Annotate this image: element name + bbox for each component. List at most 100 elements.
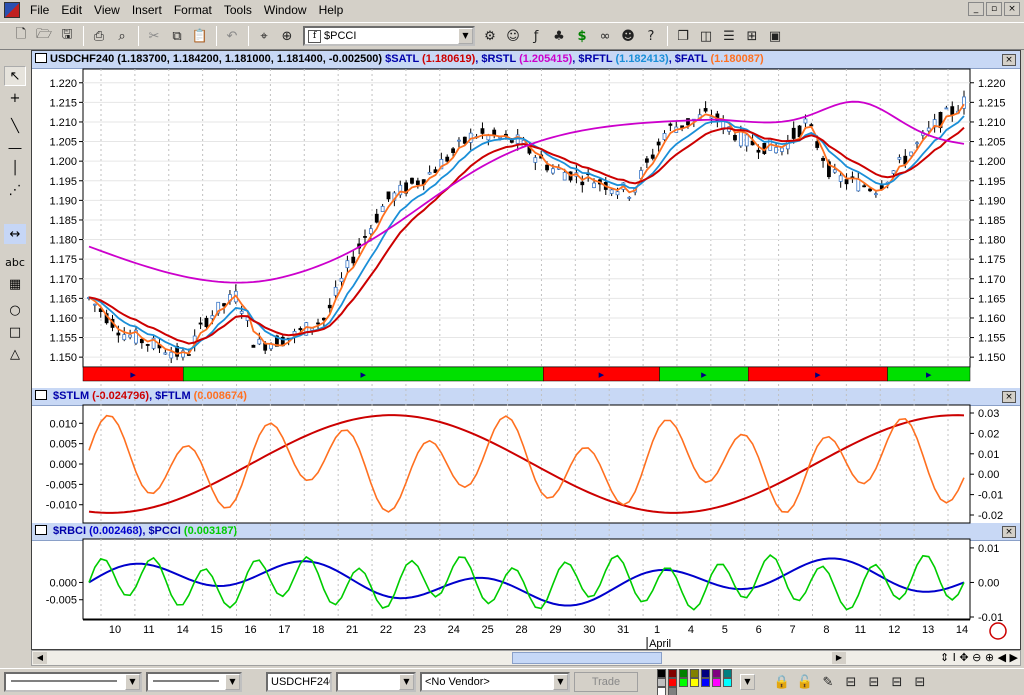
symbol-combo[interactable]: f $PCCI ▼ — [303, 26, 475, 46]
cut-icon[interactable]: ✂ — [143, 25, 165, 47]
fibonacci-tool-icon[interactable]: ⋰ — [4, 180, 26, 200]
crosshair-tool-icon[interactable]: + — [4, 88, 26, 108]
print-icon[interactable]: ⎙ — [88, 25, 110, 47]
color-swatch[interactable] — [657, 677, 666, 687]
color-swatch[interactable] — [690, 668, 699, 678]
print-preview-icon[interactable]: ⌕ — [111, 25, 133, 47]
dollar-icon[interactable]: $ — [571, 25, 593, 47]
trendline-tool-icon[interactable]: ╲ — [4, 116, 26, 136]
candle-body — [915, 142, 919, 145]
color-swatch[interactable] — [657, 668, 666, 678]
scroll-thumb[interactable] — [512, 652, 662, 664]
zoom-out-icon[interactable]: ⊖ — [972, 651, 981, 664]
restore-button[interactable]: ▫ — [986, 2, 1002, 16]
line-style-combo[interactable]: ▼ — [4, 672, 142, 692]
menu-tools[interactable]: Tools — [220, 1, 260, 19]
help-pointer-icon[interactable]: ? — [640, 25, 662, 47]
app-icon[interactable] — [4, 2, 20, 18]
color-swatch[interactable] — [712, 668, 721, 678]
color-swatch[interactable] — [701, 677, 710, 687]
color-swatch[interactable] — [668, 677, 677, 687]
color-swatch[interactable] — [679, 668, 688, 678]
timeframe-combo[interactable]: ▼ — [336, 672, 416, 692]
scale-icon[interactable]: ⇕ — [940, 651, 949, 664]
binoculars-icon[interactable]: ∞ — [594, 25, 616, 47]
chevron-down-icon[interactable]: ▼ — [553, 674, 568, 690]
chevron-down-icon[interactable]: ▼ — [399, 674, 414, 690]
cascade-windows-icon[interactable]: ❐ — [672, 25, 694, 47]
tree-icon[interactable]: ♣ — [548, 25, 570, 47]
rectangle-tool-icon[interactable]: □ — [4, 322, 26, 342]
zoom-in-icon[interactable]: ⊕ — [985, 651, 994, 664]
people-icon[interactable]: ☻ — [617, 25, 639, 47]
locked-icon[interactable]: 🔒 — [771, 671, 793, 693]
new-file-icon[interactable]: 🗋 — [10, 25, 32, 47]
color-swatch[interactable] — [723, 677, 732, 687]
scroll-right-icon[interactable]: ▶ — [832, 652, 846, 664]
unlocked-icon[interactable]: 🔓 — [794, 671, 816, 693]
chevron-down-icon[interactable]: ▼ — [225, 674, 240, 690]
wizard-icon[interactable]: ☺ — [502, 25, 524, 47]
chevron-down-icon[interactable]: ▼ — [125, 674, 140, 690]
menu-window[interactable]: Window — [260, 1, 315, 19]
menu-file[interactable]: File — [26, 1, 57, 19]
candle-body — [351, 256, 356, 264]
menu-help[interactable]: Help — [315, 1, 352, 19]
open-folder-icon[interactable]: 🗁 — [33, 25, 55, 47]
copy-icon[interactable]: ⧉ — [166, 25, 188, 47]
horizontal-line-tool-icon[interactable]: ― — [4, 138, 26, 158]
style-icon[interactable]: ✎ — [817, 671, 839, 693]
zoom-icon[interactable]: ⊕ — [276, 25, 298, 47]
line-width-combo[interactable]: ▼ — [146, 672, 242, 692]
close-button[interactable]: × — [1004, 2, 1020, 16]
save-icon[interactable]: 🖫 — [56, 25, 78, 47]
step-right-icon[interactable]: ▶ — [1010, 651, 1018, 664]
trade-button[interactable]: Trade — [574, 672, 638, 692]
expert-advisor-icon[interactable]: ⚙ — [479, 25, 501, 47]
color-swatch[interactable] — [701, 668, 710, 678]
vendor-combo[interactable]: <No Vendor> ▼ — [420, 672, 570, 692]
minimize-button[interactable]: _ — [968, 2, 984, 16]
cursor-icon[interactable]: I — [953, 651, 956, 664]
pointer-tool-icon[interactable]: ↖ — [4, 66, 26, 86]
grid-tool-icon[interactable]: ▦ — [4, 274, 26, 294]
crosshair-icon[interactable]: ⌖ — [253, 25, 275, 47]
horizontal-scrollbar[interactable]: ◀ ▶ ⇕ I ✥ ⊖ ⊕ ◀ ▶ — [31, 650, 1021, 666]
menu-view[interactable]: View — [90, 1, 128, 19]
color-swatch[interactable] — [679, 677, 688, 687]
menu-format[interactable]: Format — [170, 1, 220, 19]
text-tool-icon[interactable]: abc — [4, 252, 26, 272]
arrange-icon[interactable]: ▣ — [764, 25, 786, 47]
layout-b-icon[interactable]: ⊟ — [863, 671, 885, 693]
chevron-down-icon[interactable]: ▼ — [740, 674, 755, 690]
step-left-icon[interactable]: ◀ — [998, 651, 1006, 664]
triangle-tool-icon[interactable]: △ — [4, 344, 26, 364]
paste-icon[interactable]: 📋 — [189, 25, 211, 47]
color-swatch[interactable] — [657, 686, 666, 695]
layout-c-icon[interactable]: ⊟ — [886, 671, 908, 693]
formula-icon[interactable]: ƒ — [525, 25, 547, 47]
menu-insert[interactable]: Insert — [128, 1, 170, 19]
ellipse-tool-icon[interactable]: ○ — [4, 300, 26, 320]
color-swatch[interactable] — [668, 686, 677, 695]
color-swatch[interactable] — [723, 668, 732, 678]
symbol-field[interactable]: USDCHF240 — [266, 672, 332, 692]
scroll-left-icon[interactable]: ◀ — [33, 652, 47, 664]
tile-horizontal-icon[interactable]: ☰ — [718, 25, 740, 47]
menu-edit[interactable]: Edit — [57, 1, 90, 19]
undo-icon[interactable]: ↶ — [221, 25, 243, 47]
color-swatch[interactable] — [712, 677, 721, 687]
chart-canvas[interactable]: 10 11 14 15 16 17 18 21 22 23 24 25 28 29 30 31 1 4 5 6 7 8 11… — [32, 51, 1020, 649]
cycle-tool-icon[interactable]: ↔ — [4, 224, 26, 244]
layout-a-icon[interactable]: ⊟ — [840, 671, 862, 693]
move-icon[interactable]: ✥ — [959, 651, 968, 664]
layout-d-icon[interactable]: ⊟ — [909, 671, 931, 693]
tile-vertical-icon[interactable]: ◫ — [695, 25, 717, 47]
tile-grid-icon[interactable]: ⊞ — [741, 25, 763, 47]
chevron-down-icon[interactable]: ▼ — [458, 28, 473, 44]
vertical-line-tool-icon[interactable]: │ — [4, 158, 26, 178]
color-swatch[interactable] — [668, 668, 677, 678]
color-palette[interactable] — [656, 668, 736, 695]
chart-window[interactable]: USDCHF240 (1.183700, 1.184200, 1.181000,… — [31, 50, 1021, 650]
color-swatch[interactable] — [690, 677, 699, 687]
